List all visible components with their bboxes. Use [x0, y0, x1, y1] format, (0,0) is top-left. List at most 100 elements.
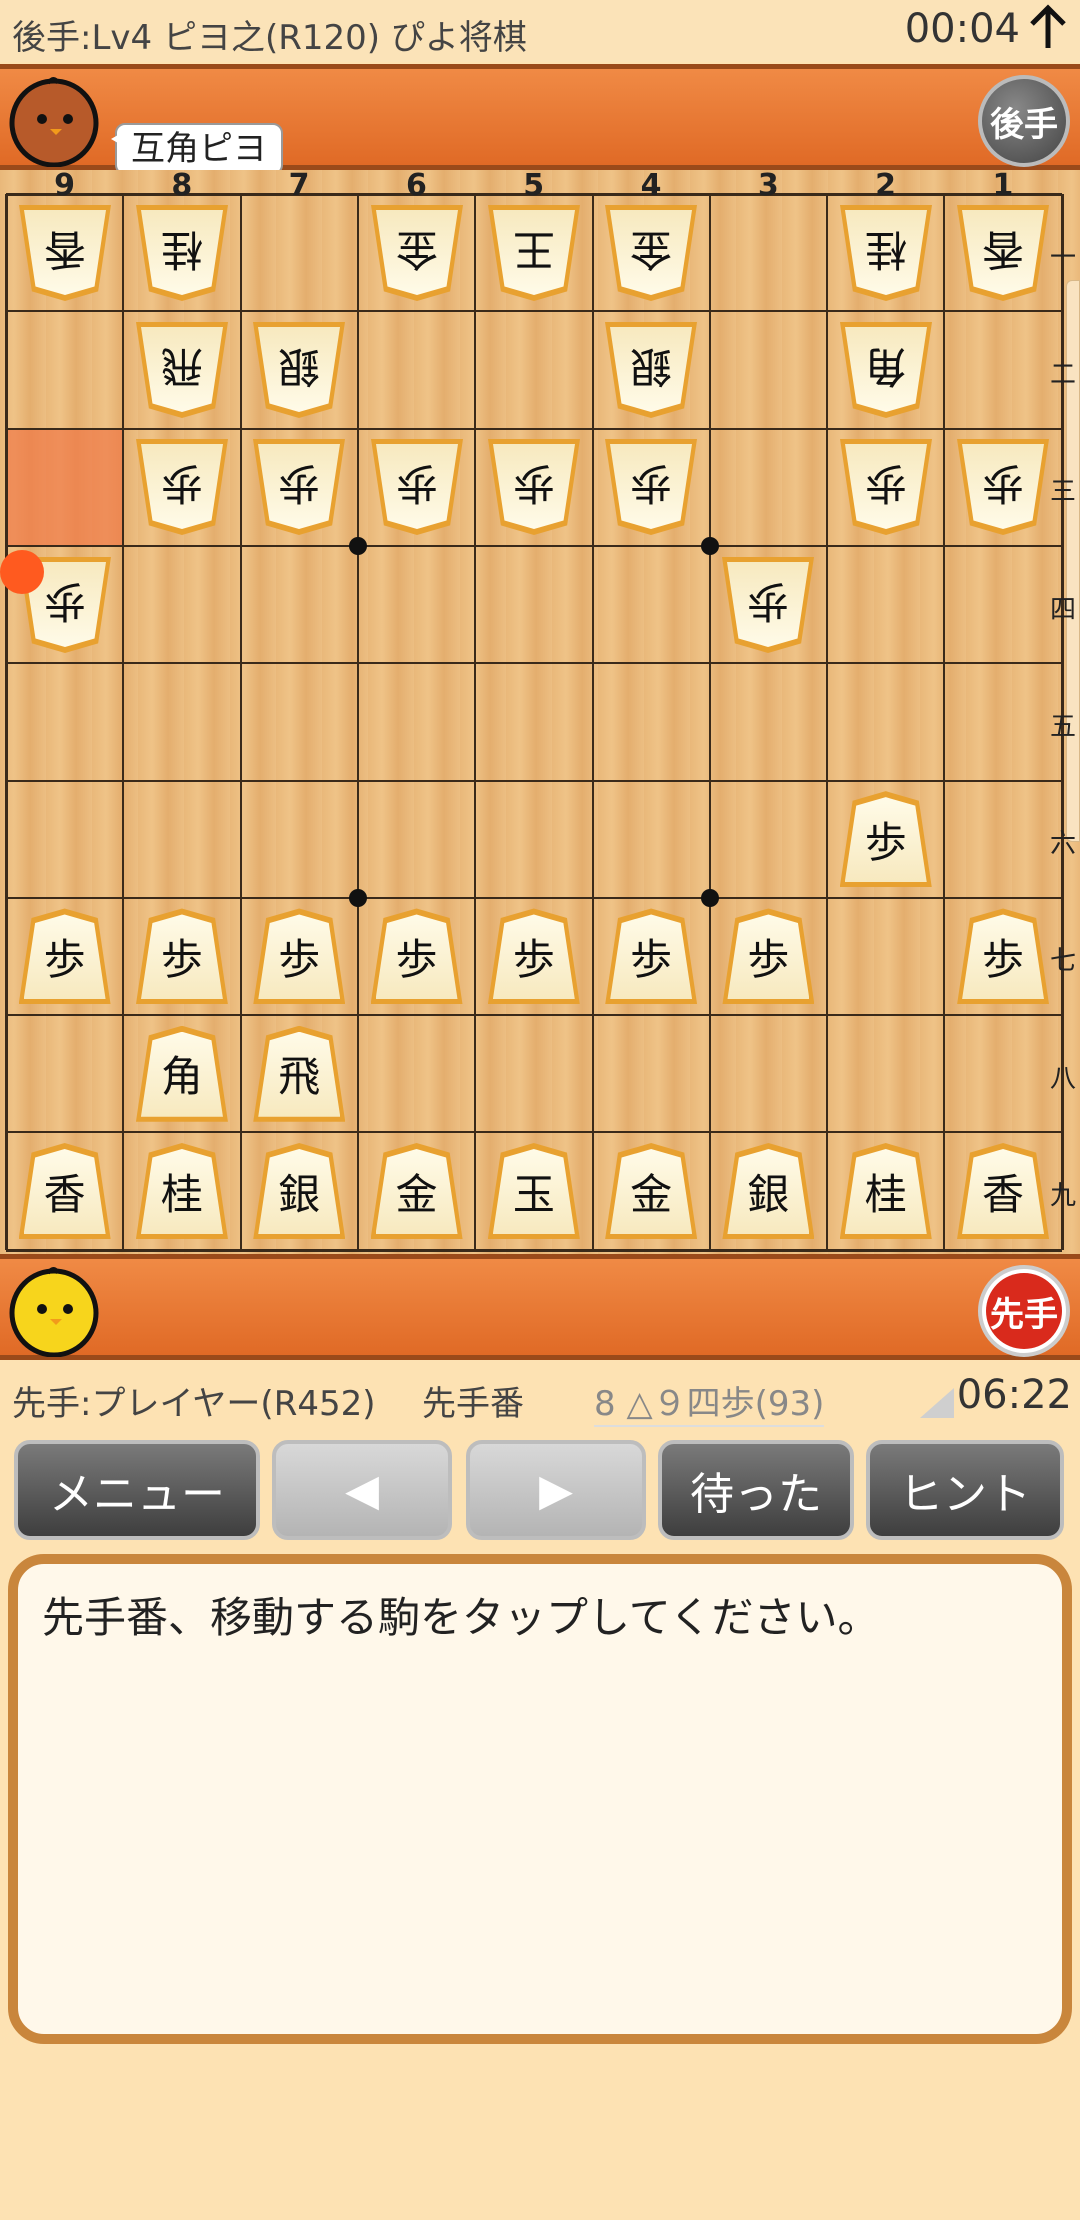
piece-label: 飛 — [160, 342, 203, 392]
grid-line — [6, 1131, 1062, 1134]
sente-piece[interactable]: 歩 — [605, 908, 698, 1005]
sente-piece[interactable]: 金 — [370, 1143, 463, 1240]
piece-label: 歩 — [43, 577, 86, 627]
gote-piece[interactable]: 歩 — [371, 439, 463, 535]
grid-line — [356, 194, 359, 1250]
sente-piece[interactable]: 歩 — [839, 791, 932, 888]
sente-piece[interactable]: 歩 — [135, 908, 228, 1005]
piece-label: 歩 — [630, 934, 673, 984]
sente-piece[interactable]: 銀 — [253, 1143, 346, 1240]
grid-line — [239, 194, 242, 1250]
gote-piece[interactable]: 金 — [605, 205, 697, 301]
sente-piece[interactable]: 飛 — [253, 1025, 346, 1122]
sente-piece[interactable]: 歩 — [18, 908, 111, 1005]
piece-label: 歩 — [512, 934, 555, 984]
gote-piece[interactable]: 銀 — [605, 322, 697, 418]
message-text: 先手番、移動する駒をタップしてください。 — [42, 1593, 880, 1642]
sente-piece[interactable]: 歩 — [370, 908, 463, 1005]
sente-piece[interactable]: 香 — [18, 1143, 111, 1240]
last-move-text[interactable]: 8 △９四歩(93) — [594, 1376, 825, 1427]
piece-label: 桂 — [864, 225, 907, 275]
rank-label: 三 — [1049, 477, 1076, 508]
brown-chick-avatar[interactable] — [8, 75, 100, 167]
sente-piece[interactable]: 角 — [135, 1025, 228, 1122]
grid-line — [122, 194, 125, 1250]
sente-piece[interactable]: 金 — [605, 1143, 698, 1240]
piece-label: 桂 — [864, 1169, 907, 1219]
sente-piece[interactable]: 銀 — [722, 1143, 815, 1240]
gote-piece[interactable]: 歩 — [136, 439, 228, 535]
sente-piece[interactable]: 歩 — [253, 908, 346, 1005]
gote-piece[interactable]: 金 — [371, 205, 463, 301]
grid-line — [591, 194, 594, 1250]
next-move-button[interactable]: ▶ — [466, 1440, 646, 1540]
status-bar: 後手:Lv4 ピヨ之(R120) ぴよ将棋 00:04 — [0, 0, 1080, 62]
piece-label: 歩 — [43, 934, 86, 984]
sente-player-bar: 先手 — [0, 1254, 1080, 1360]
gote-piece[interactable]: 香 — [957, 205, 1049, 301]
piece-label: 金 — [630, 1169, 673, 1219]
menu-button[interactable]: メニュー — [14, 1440, 260, 1540]
dropdown-corner-icon[interactable] — [920, 1388, 954, 1418]
gote-piece[interactable]: 桂 — [840, 205, 932, 301]
gote-piece[interactable]: 銀 — [253, 322, 345, 418]
piece-label: 歩 — [395, 934, 438, 984]
sente-piece[interactable]: 桂 — [135, 1143, 228, 1240]
grid-line — [6, 896, 1062, 899]
piece-label: 王 — [512, 225, 555, 275]
sente-piece[interactable]: 桂 — [839, 1143, 932, 1240]
piece-label: 角 — [160, 1052, 203, 1102]
undo-button[interactable]: 待った — [658, 1440, 854, 1540]
piece-label: 角 — [864, 342, 907, 392]
rank-label: 六 — [1049, 829, 1076, 860]
piece-label: 歩 — [864, 459, 907, 509]
sente-piece[interactable]: 歩 — [487, 908, 580, 1005]
file-label: 4 — [640, 168, 662, 203]
grid-line — [6, 1248, 1062, 1252]
piece-label: 歩 — [395, 459, 438, 509]
gote-piece[interactable]: 歩 — [253, 439, 345, 535]
gote-piece[interactable]: 飛 — [136, 322, 228, 418]
grid-line — [943, 194, 946, 1250]
game-title: 後手:Lv4 ピヨ之(R120) ぴよ将棋 — [12, 18, 527, 58]
rank-label: 七 — [1049, 946, 1076, 977]
star-point — [700, 888, 719, 907]
piece-label: 桂 — [160, 1169, 203, 1219]
moved-from-highlight — [6, 428, 124, 546]
yellow-chick-avatar[interactable] — [8, 1265, 100, 1357]
grid-line — [6, 427, 1062, 430]
gote-piece[interactable]: 歩 — [488, 439, 580, 535]
gote-piece[interactable]: 角 — [840, 322, 932, 418]
sente-piece[interactable]: 玉 — [487, 1143, 580, 1240]
sente-badge-label: 先手 — [986, 1273, 1062, 1349]
grid-line — [6, 662, 1062, 665]
grid-line — [6, 1014, 1062, 1017]
gote-piece[interactable]: 桂 — [136, 205, 228, 301]
grid-line — [6, 779, 1062, 782]
gote-piece[interactable]: 歩 — [605, 439, 697, 535]
gote-clock: 00:04 — [904, 6, 1020, 52]
piece-label: 歩 — [747, 577, 790, 627]
last-move-marker — [0, 549, 44, 594]
game-info-line: 先手:プレイヤー(R452) 先手番 8 △９四歩(93) 06:22 — [0, 1366, 1080, 1427]
sente-piece[interactable]: 香 — [957, 1143, 1050, 1240]
piece-label: 金 — [630, 225, 673, 275]
gote-piece[interactable]: 歩 — [840, 439, 932, 535]
gote-piece[interactable]: 歩 — [722, 557, 814, 653]
file-label: 1 — [992, 168, 1014, 203]
sente-piece[interactable]: 歩 — [722, 908, 815, 1005]
rank-label: 九 — [1049, 1181, 1076, 1212]
gote-player-bar: 互角ピヨ 後手 — [0, 64, 1080, 175]
sente-piece[interactable]: 歩 — [957, 908, 1050, 1005]
prev-move-button[interactable]: ◀ — [272, 1440, 452, 1540]
grid-line — [708, 194, 711, 1250]
star-point — [348, 536, 367, 555]
gote-piece[interactable]: 香 — [19, 205, 111, 301]
gote-piece[interactable]: 歩 — [957, 439, 1049, 535]
piece-label: 歩 — [630, 459, 673, 509]
gote-piece[interactable]: 王 — [488, 205, 580, 301]
piece-label: 歩 — [982, 934, 1025, 984]
arrow-up-icon[interactable] — [1028, 4, 1068, 50]
hint-button[interactable]: ヒント — [866, 1440, 1064, 1540]
piece-label: 歩 — [512, 459, 555, 509]
